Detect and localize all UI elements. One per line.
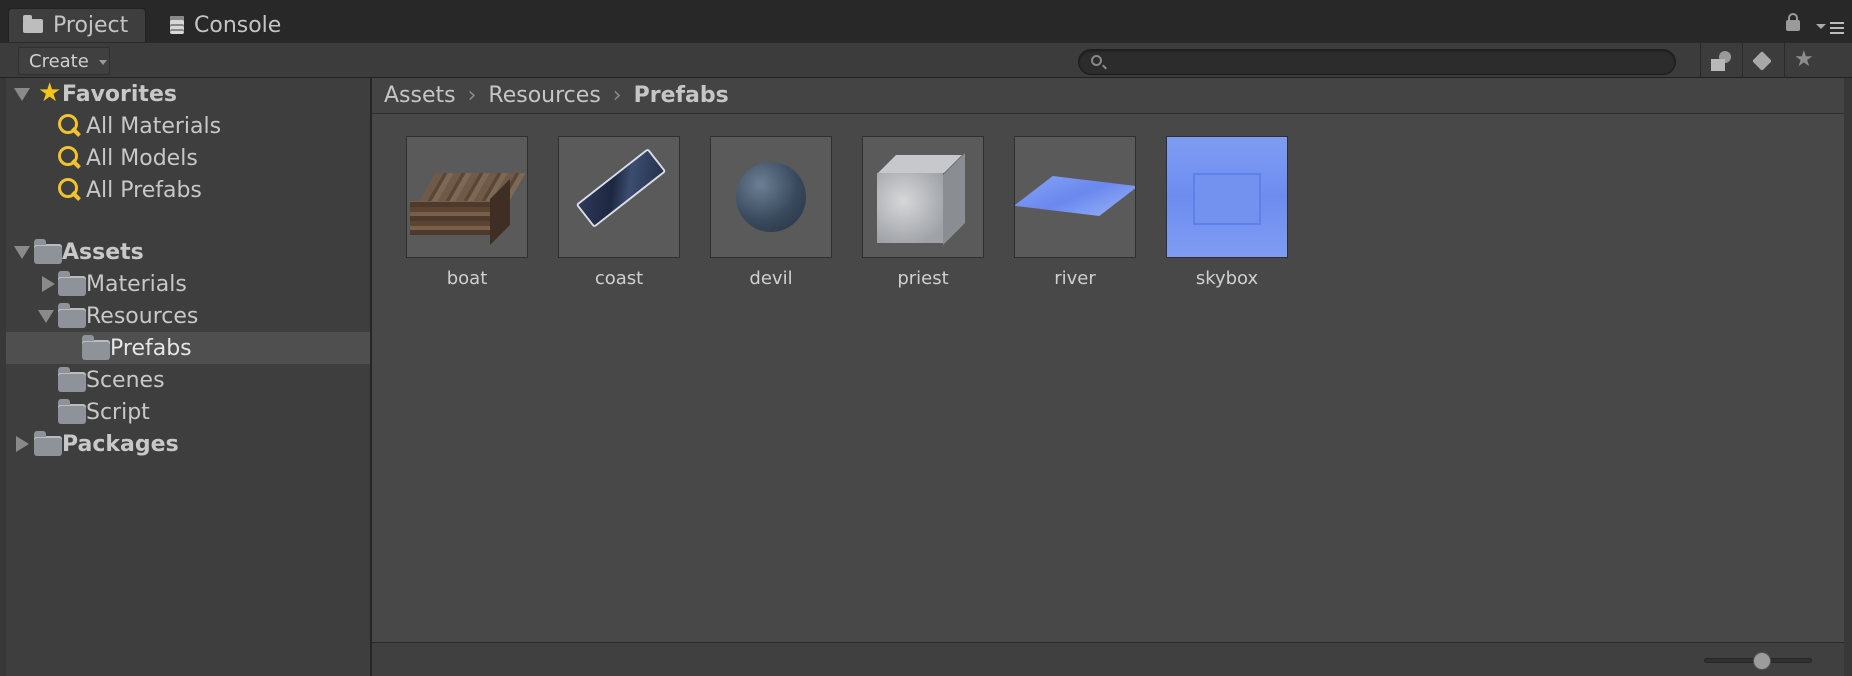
tree-item-resources[interactable]: Resources xyxy=(6,300,370,332)
breadcrumb: Assets › Resources › Prefabs xyxy=(372,78,1844,114)
search-by-label-icon[interactable] xyxy=(1752,51,1776,73)
tree-item-all-models[interactable]: All Models xyxy=(6,142,370,174)
tree-item-label: Packages xyxy=(62,431,179,457)
search-filter-icon xyxy=(58,114,80,136)
create-button-label: Create xyxy=(29,50,89,72)
tree-item-label: Resources xyxy=(86,303,199,329)
tree-item-script[interactable]: Script xyxy=(6,396,370,428)
search-by-type-icon[interactable] xyxy=(1709,51,1733,73)
asset-label: devil xyxy=(749,268,793,289)
asset-tile-river[interactable]: river xyxy=(1014,136,1136,289)
asset-tile-priest[interactable]: priest xyxy=(862,136,984,289)
chevron-right-icon: › xyxy=(612,83,622,108)
folder-icon xyxy=(34,239,62,264)
tree-item-label: Favorites xyxy=(62,81,177,107)
project-toolbar: Create ★ xyxy=(0,42,1852,79)
tree-item-materials[interactable]: Materials xyxy=(6,268,370,300)
expand-arrow-icon[interactable] xyxy=(14,88,30,101)
tree-item-packages[interactable]: Packages xyxy=(6,428,370,460)
skybox-material-thumbnail xyxy=(1166,136,1288,258)
tree-item-label: Materials xyxy=(86,271,187,297)
collapse-arrow-icon[interactable] xyxy=(42,276,55,292)
tree-item-scenes[interactable]: Scenes xyxy=(6,364,370,396)
panel-edge xyxy=(1844,78,1852,676)
asset-label: priest xyxy=(897,268,949,289)
asset-tile-boat[interactable]: boat xyxy=(406,136,528,289)
folder-icon xyxy=(58,271,86,296)
breadcrumb-item-current[interactable]: Prefabs xyxy=(634,83,729,108)
tree-item-assets[interactable]: Assets xyxy=(6,236,370,268)
tree-item-all-prefabs[interactable]: All Prefabs xyxy=(6,174,370,206)
zoom-slider-handle[interactable] xyxy=(1753,652,1771,670)
star-icon: ★ xyxy=(38,78,62,108)
folder-icon xyxy=(58,399,86,424)
asset-label: boat xyxy=(446,268,488,289)
asset-tile-skybox[interactable]: skybox xyxy=(1166,136,1288,289)
asset-tile-devil[interactable]: devil xyxy=(710,136,832,289)
tab-project-label: Project xyxy=(53,13,129,38)
expand-arrow-icon[interactable] xyxy=(38,310,54,323)
search-input[interactable] xyxy=(1078,49,1676,75)
tab-console[interactable]: Console xyxy=(156,8,295,42)
tree-item-label: All Models xyxy=(86,145,198,171)
priest-prefab-thumbnail xyxy=(862,136,984,258)
tree-item-label: Script xyxy=(86,399,150,425)
collapse-arrow-icon[interactable] xyxy=(16,436,29,452)
console-icon xyxy=(170,16,184,34)
folder-icon xyxy=(58,303,86,328)
tab-console-label: Console xyxy=(194,12,282,38)
folder-icon xyxy=(82,335,110,360)
toolbar-divider xyxy=(1700,43,1701,79)
search-icon xyxy=(1091,55,1102,66)
expand-arrow-icon[interactable] xyxy=(14,246,30,259)
tree-item-label: All Prefabs xyxy=(86,177,202,203)
breadcrumb-item[interactable]: Assets xyxy=(384,83,456,108)
zoom-slider[interactable] xyxy=(1704,652,1812,670)
asset-browser: Assets › Resources › Prefabs boat coast … xyxy=(372,78,1844,642)
toolbar-divider xyxy=(1742,43,1743,79)
tree-item-prefabs[interactable]: Prefabs xyxy=(6,332,370,364)
folder-icon xyxy=(23,14,43,33)
folder-icon xyxy=(58,367,86,392)
lock-icon[interactable] xyxy=(1786,13,1800,31)
river-prefab-thumbnail xyxy=(1014,136,1136,258)
breadcrumb-item[interactable]: Resources xyxy=(488,83,600,108)
tree-item-label: Prefabs xyxy=(110,335,192,361)
devil-prefab-thumbnail xyxy=(710,136,832,258)
tree-item-label: Scenes xyxy=(86,367,165,393)
save-search-star-icon[interactable]: ★ xyxy=(1794,49,1818,71)
panel-menu-icon[interactable] xyxy=(1816,22,1844,34)
tree-item-all-materials[interactable]: All Materials xyxy=(6,110,370,142)
folder-icon xyxy=(34,431,62,456)
search-filter-icon xyxy=(58,178,80,200)
search-filter-icon xyxy=(58,146,80,168)
boat-prefab-thumbnail xyxy=(406,136,528,258)
tree-item-label: Assets xyxy=(62,239,144,265)
toolbar-divider xyxy=(1784,43,1785,79)
coast-prefab-thumbnail xyxy=(558,136,680,258)
tab-project[interactable]: Project xyxy=(8,8,146,42)
asset-label: coast xyxy=(594,268,644,289)
chevron-down-icon xyxy=(98,60,107,65)
asset-label: skybox xyxy=(1195,268,1259,289)
chevron-right-icon: › xyxy=(467,83,477,108)
tree-item-favorites[interactable]: ★ Favorites xyxy=(6,78,370,110)
project-tree-panel: ★ Favorites All Materials All Models All… xyxy=(6,78,370,676)
window-tab-bar: Project Console xyxy=(0,0,1852,42)
asset-label: river xyxy=(1054,268,1096,289)
create-button[interactable]: Create xyxy=(18,47,110,75)
asset-browser-footer xyxy=(372,642,1844,676)
asset-tile-coast[interactable]: coast xyxy=(558,136,680,289)
tree-item-label: All Materials xyxy=(86,113,222,139)
